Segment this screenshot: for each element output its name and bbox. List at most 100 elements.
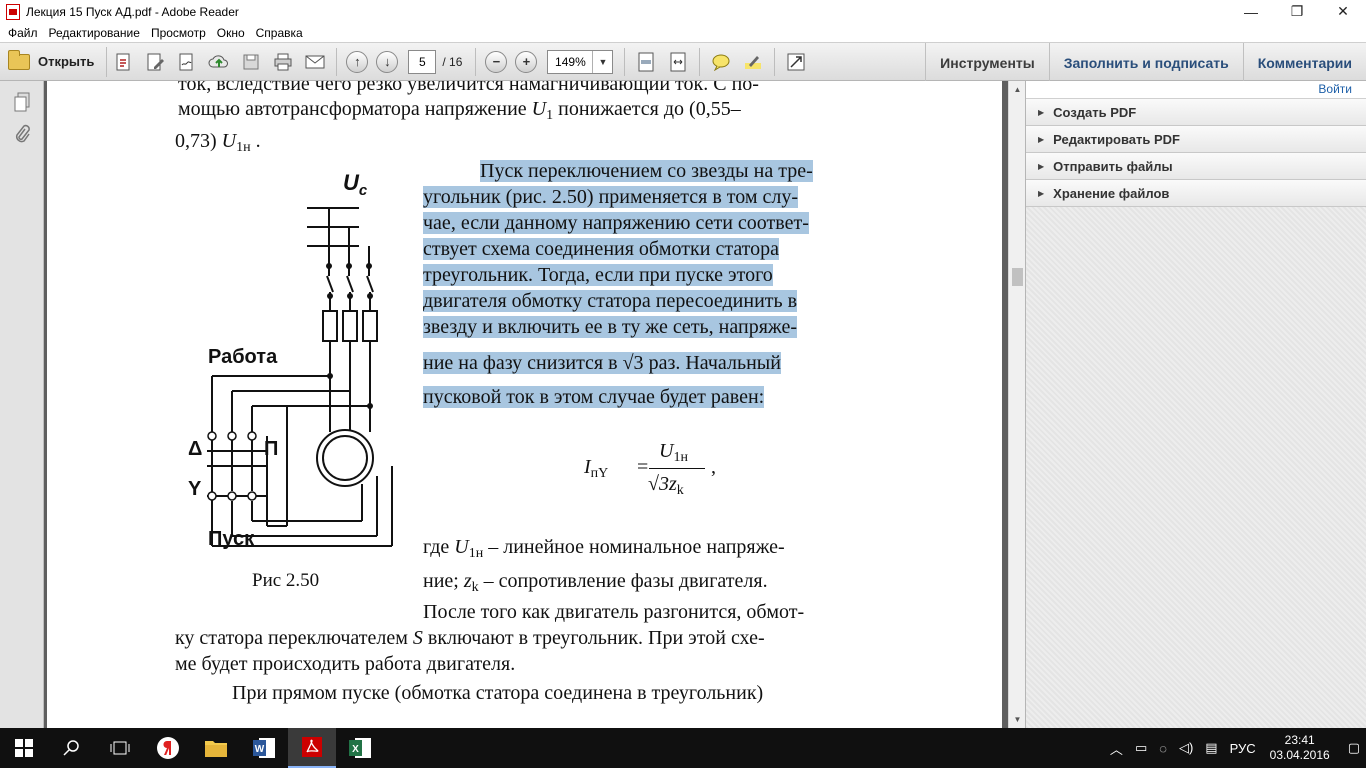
pdf-page: ток, вследствие чего резко увеличится на…	[47, 81, 1002, 728]
fill-sign-panel-button[interactable]: Заполнить и подписать	[1048, 43, 1243, 82]
attachments-icon[interactable]	[11, 123, 33, 145]
folder-icon	[8, 49, 30, 70]
vertical-scrollbar[interactable]: ▲ ▼	[1008, 81, 1025, 728]
comment-icon[interactable]	[710, 51, 732, 73]
section-edit-pdf[interactable]: ▶ Редактировать PDF	[1026, 126, 1366, 153]
page-number-input[interactable]	[408, 49, 437, 74]
clock[interactable]: 23:41 03.04.2016	[1262, 733, 1342, 763]
highlighted-text-line: угольник (рис. 2.50) применяется в том с…	[423, 186, 799, 208]
toolbar-separator	[336, 47, 338, 76]
minimize-button[interactable]: —	[1228, 0, 1274, 23]
open-button[interactable]: Открыть	[8, 46, 108, 77]
text-line: При прямом пуске (обмотка статора соедин…	[232, 682, 764, 704]
maximize-button[interactable]: ❐	[1274, 0, 1320, 23]
page-thumbnails-icon[interactable]	[11, 91, 33, 113]
svg-text:W: W	[255, 744, 265, 755]
tools-panel-button[interactable]: Инструменты	[925, 43, 1049, 82]
chevron-down-icon[interactable]: ▼	[592, 50, 612, 73]
highlight-icon[interactable]	[742, 51, 764, 73]
search-icon	[63, 740, 79, 756]
figure-label-delta: Δ	[188, 438, 203, 460]
menu-bar: Файл Редактирование Просмотр Окно Справк…	[0, 23, 1366, 42]
upload-icon[interactable]	[208, 51, 230, 73]
menu-window[interactable]: Окно	[213, 26, 252, 40]
menu-edit[interactable]: Редактирование	[45, 26, 147, 40]
scrollbar-thumb[interactable]	[1012, 268, 1023, 286]
sign-in-link[interactable]: Войти	[1026, 81, 1366, 99]
fit-width-icon[interactable]	[667, 51, 689, 73]
open-label: Открыть	[38, 54, 95, 69]
highlighted-text-line: чае, если данному напряжению сети соотве…	[423, 212, 809, 234]
battery-icon[interactable]: ▭	[1129, 740, 1153, 756]
comments-panel-button[interactable]: Комментарии	[1242, 43, 1366, 82]
close-button[interactable]: ✕	[1320, 0, 1366, 23]
figure-label-y: Y	[188, 478, 202, 500]
zoom-select[interactable]: 149% ▼	[547, 49, 614, 74]
yandex-icon	[157, 737, 179, 759]
windows-logo-icon	[15, 739, 33, 757]
fit-page-icon[interactable]	[635, 51, 657, 73]
zoom-in-button[interactable]: +	[515, 50, 538, 73]
tools-pane: Войти ▶ Создать PDF ▶ Редактировать PDF ▶ О…	[1025, 81, 1366, 728]
svg-text:X: X	[352, 744, 359, 755]
next-page-button[interactable]: ↓	[376, 50, 399, 73]
expand-arrow-icon: ▶	[1038, 161, 1045, 171]
scroll-down-arrow[interactable]: ▼	[1009, 711, 1026, 728]
word-icon: W	[253, 738, 275, 758]
text-line: 0,73) U1н .	[175, 130, 261, 155]
section-send-files[interactable]: ▶ Отправить файлы	[1026, 153, 1366, 180]
menu-file[interactable]: Файл	[4, 26, 45, 40]
fraction-bar	[649, 468, 705, 469]
toolbar-separator	[774, 47, 776, 76]
excel-icon: X	[349, 738, 371, 758]
adobe-reader-taskbar[interactable]	[288, 728, 336, 768]
network-icon[interactable]: ◌	[1153, 741, 1173, 756]
highlighted-text-line: Пуск переключением со звезды на тре-	[480, 160, 813, 182]
create-pdf-icon[interactable]	[112, 51, 134, 73]
formula-denominator: √3zk	[648, 473, 684, 498]
edit-pdf-icon[interactable]	[144, 51, 166, 73]
section-file-storage[interactable]: ▶ Хранение файлов	[1026, 180, 1366, 207]
clock-time: 23:41	[1284, 733, 1315, 747]
save-icon[interactable]	[240, 51, 262, 73]
text-line: ку статора переключателем S включают в т…	[175, 627, 765, 649]
file-explorer-taskbar[interactable]	[192, 728, 240, 768]
system-tray: ︿ ▭ ◌ ◁) ▤ РУС 23:41 03.04.2016 ▢	[1104, 728, 1366, 768]
document-view[interactable]: ток, вследствие чего резко увеличится на…	[44, 81, 1008, 728]
highlighted-text-line: двигателя обмотку статора пересоединить …	[423, 290, 798, 312]
text-line: ток, вследствие чего резко увеличится на…	[178, 81, 759, 95]
previous-page-button[interactable]: ↑	[346, 50, 369, 73]
volume-icon[interactable]: ◁)	[1173, 740, 1199, 756]
task-view-button[interactable]	[96, 728, 144, 768]
highlighted-text-line: звезду и включить ее в ту же сеть, напря…	[423, 316, 797, 338]
search-button[interactable]	[48, 728, 96, 768]
notifications-icon[interactable]: ▢	[1342, 740, 1366, 756]
excel-taskbar[interactable]: X	[336, 728, 384, 768]
highlighted-text-line: пусковой ток в этом случае будет равен:	[423, 386, 765, 408]
folder-icon	[205, 741, 227, 757]
figure-label-rabota: Работа	[208, 346, 278, 368]
acrobat-icon	[302, 737, 322, 757]
email-icon[interactable]	[304, 51, 326, 73]
language-indicator[interactable]: РУС	[1224, 741, 1262, 756]
chevron-up-icon[interactable]: ︿	[1104, 739, 1129, 758]
sign-icon[interactable]	[176, 51, 198, 73]
text-line: ме будет происходить работа двигателя.	[175, 653, 516, 675]
print-icon[interactable]	[272, 51, 294, 73]
toolbar-separator	[699, 47, 701, 76]
section-create-pdf[interactable]: ▶ Создать PDF	[1026, 99, 1366, 126]
expand-arrow-icon: ▶	[1038, 134, 1045, 144]
window-title: Лекция 15 Пуск АД.pdf - Adobe Reader	[26, 4, 239, 19]
word-taskbar[interactable]: W	[240, 728, 288, 768]
menu-help[interactable]: Справка	[252, 26, 310, 40]
scroll-up-arrow[interactable]: ▲	[1009, 81, 1026, 98]
menu-view[interactable]: Просмотр	[147, 26, 213, 40]
taskbar: W X ︿ ▭ ◌ ◁) ▤ РУС 23:41 03.04.2016 ▢	[0, 728, 1366, 768]
fullscreen-icon[interactable]	[785, 51, 807, 73]
start-button[interactable]	[0, 728, 48, 768]
zoom-out-button[interactable]: −	[485, 50, 508, 73]
page-total: / 16	[442, 54, 463, 69]
keyboard-icon[interactable]: ▤	[1199, 740, 1223, 756]
clock-date: 03.04.2016	[1269, 748, 1330, 762]
yandex-browser-taskbar[interactable]	[144, 728, 192, 768]
